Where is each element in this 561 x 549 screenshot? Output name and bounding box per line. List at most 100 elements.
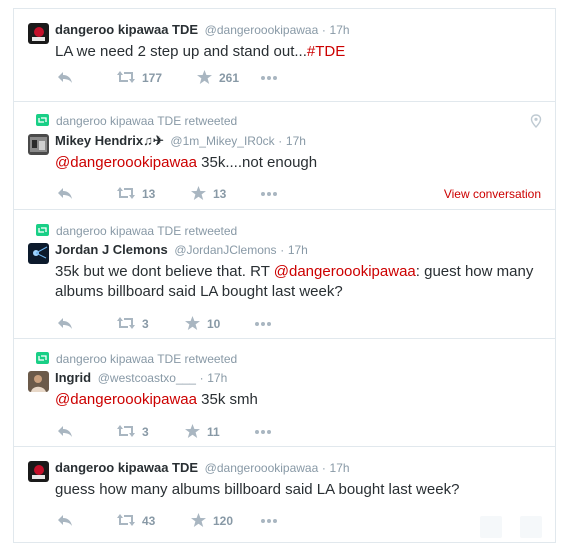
text-segment: guess how many albums billboard said LA … [55, 481, 460, 498]
like-button[interactable]: 13 [191, 186, 226, 202]
timestamp[interactable]: 17h [286, 134, 306, 148]
retweet-button[interactable]: 3 [117, 424, 149, 440]
display-name[interactable]: Jordan J Clemons [55, 242, 168, 257]
more-button[interactable] [260, 70, 278, 86]
location-pin-icon[interactable] [529, 114, 543, 128]
more-icon [261, 76, 277, 80]
tweet-card[interactable]: dangeroo kipawaa TDE @dangeroookipawaa ·… [14, 9, 555, 102]
reply-icon [58, 318, 72, 329]
retweet-button[interactable]: 3 [117, 316, 149, 332]
retweet-button[interactable]: 43 [117, 513, 155, 529]
avatar[interactable] [28, 461, 49, 482]
dot-separator: · [280, 243, 285, 257]
retweeted-by[interactable]: dangeroo kipawaa TDE retweeted [36, 114, 237, 128]
avatar[interactable] [28, 23, 49, 44]
tweet-header: Mikey Hendrix♫✈ @1m_Mikey_IR0ck · 17h [55, 133, 306, 149]
retweet-count: 43 [142, 514, 156, 528]
reply-button[interactable] [57, 316, 73, 332]
reply-button[interactable] [57, 513, 73, 529]
display-name[interactable]: Mikey Hendrix♫✈ [55, 133, 164, 148]
tweet-actions: 3 10 [57, 316, 537, 332]
display-name[interactable]: dangeroo kipawaa TDE [55, 22, 198, 37]
tweet-card[interactable]: dangeroo kipawaa TDE retweeted Ingrid @w… [14, 339, 555, 447]
retweet-count: 13 [142, 187, 156, 201]
more-button[interactable] [254, 316, 272, 332]
retweet-count: 3 [142, 317, 149, 331]
retweet-icon [117, 317, 135, 329]
username[interactable]: @JordanJClemons [174, 243, 276, 257]
username[interactable]: @1m_Mikey_IR0ck [170, 134, 274, 148]
retweet-count: 3 [142, 425, 149, 439]
retweet-icon [36, 352, 49, 364]
reply-button[interactable] [57, 70, 73, 86]
retweet-icon [117, 187, 135, 199]
retweeted-by-label: dangeroo kipawaa TDE retweeted [56, 352, 238, 366]
username[interactable]: @dangeroookipawaa [205, 461, 319, 475]
like-count: 120 [213, 514, 234, 528]
timestamp[interactable]: 17h [288, 243, 308, 257]
dot-separator: · [199, 371, 204, 385]
retweeted-by[interactable]: dangeroo kipawaa TDE retweeted [36, 352, 237, 366]
username[interactable]: @westcoastxo___ [98, 371, 196, 385]
timestamp[interactable]: 17h [330, 461, 350, 475]
mention-link[interactable]: @dangeroookipawaa [55, 154, 197, 171]
tweet-timeline: dangeroo kipawaa TDE @dangeroookipawaa ·… [13, 8, 556, 543]
star-icon [197, 70, 212, 84]
tweet-text: LA we need 2 step up and stand out...#TD… [55, 42, 545, 62]
more-button[interactable] [260, 513, 278, 529]
reply-button[interactable] [57, 424, 73, 440]
username[interactable]: @dangeroookipawaa [205, 23, 319, 37]
dot-separator: · [278, 134, 283, 148]
retweet-count: 177 [142, 71, 163, 85]
like-count: 11 [207, 425, 220, 439]
retweet-button[interactable]: 177 [117, 70, 162, 86]
like-button[interactable]: 261 [197, 70, 239, 86]
like-button[interactable]: 11 [185, 424, 220, 440]
tweet-card[interactable]: dangeroo kipawaa TDE @dangeroookipawaa ·… [14, 447, 555, 542]
reply-icon [58, 426, 72, 437]
avatar[interactable] [28, 243, 49, 264]
tweet-card[interactable]: dangeroo kipawaa TDE retweeted Mikey Hen… [14, 102, 555, 210]
view-conversation-link[interactable]: View conversation [444, 187, 541, 201]
display-name[interactable]: dangeroo kipawaa TDE [55, 460, 198, 475]
more-button[interactable] [254, 424, 272, 440]
timestamp[interactable]: 17h [207, 371, 227, 385]
dot-separator: · [321, 461, 326, 475]
like-button[interactable]: 120 [191, 513, 233, 529]
like-count: 10 [207, 317, 221, 331]
text-segment: 35k but we dont believe that. RT [55, 263, 274, 280]
retweet-icon [117, 71, 135, 83]
like-button[interactable]: 10 [185, 316, 220, 332]
retweeted-by-label: dangeroo kipawaa TDE retweeted [56, 114, 238, 128]
tweet-card[interactable]: dangeroo kipawaa TDE retweeted Jordan J … [14, 210, 555, 339]
timestamp[interactable]: 17h [330, 23, 350, 37]
reply-button[interactable] [57, 186, 73, 202]
more-icon [261, 519, 277, 523]
star-icon [191, 186, 206, 200]
reply-icon [58, 188, 72, 199]
like-count: 13 [213, 187, 227, 201]
avatar[interactable] [28, 134, 49, 155]
overlay-button[interactable] [480, 516, 502, 538]
retweet-button[interactable]: 13 [117, 186, 155, 202]
display-name[interactable]: Ingrid [55, 370, 91, 385]
tweet-header: Ingrid @westcoastxo___ · 17h [55, 370, 227, 385]
mention-link[interactable]: @dangeroookipawaa [55, 391, 197, 408]
retweet-icon [117, 425, 135, 437]
tweet-actions: 177 261 [57, 70, 537, 86]
more-icon [255, 322, 271, 326]
tweet-text: 35k but we dont believe that. RT @danger… [55, 262, 545, 302]
more-button[interactable] [260, 186, 278, 202]
tweet-text: @dangeroookipawaa 35k smh [55, 390, 545, 410]
overlay-button[interactable] [520, 516, 542, 538]
mention-link[interactable]: @dangeroookipawaa [274, 263, 416, 280]
hashtag-link[interactable]: #TDE [307, 43, 345, 60]
tweet-actions: 3 11 [57, 424, 537, 440]
retweeted-by[interactable]: dangeroo kipawaa TDE retweeted [36, 224, 237, 238]
tweet-text: guess how many albums billboard said LA … [55, 480, 545, 500]
text-segment: 35k....not enough [197, 154, 318, 171]
dot-separator: · [321, 23, 326, 37]
avatar[interactable] [28, 371, 49, 392]
tweet-header: dangeroo kipawaa TDE @dangeroookipawaa ·… [55, 22, 350, 37]
like-count: 261 [219, 71, 240, 85]
